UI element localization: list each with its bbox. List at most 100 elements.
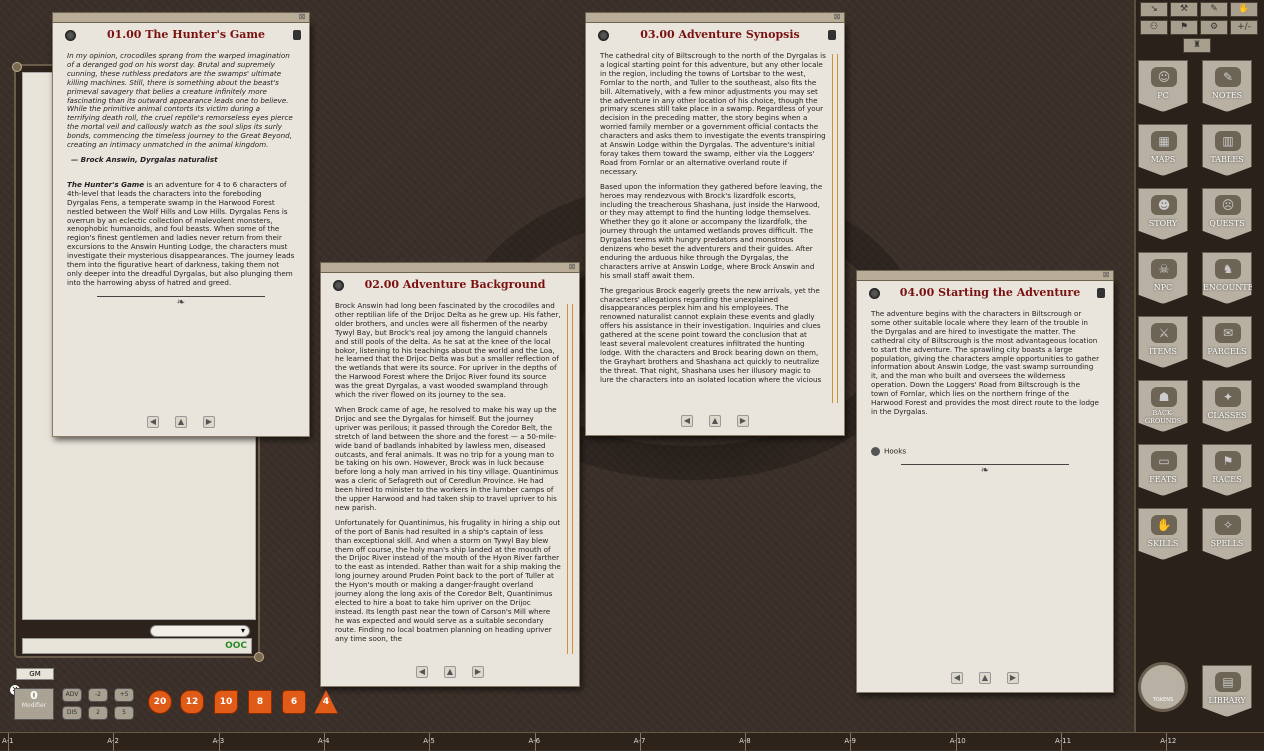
ooc-toggle[interactable]: OOC [225,641,247,651]
grid-label: A-9 [844,737,857,745]
next-page-button[interactable]: ▶ [203,416,215,428]
library-spells-button[interactable]: ✧ SPELLS [1202,508,1252,560]
close-icon[interactable]: ⊠ [297,13,307,22]
quote-text: In my opinion, crocodiles sprang from th… [67,52,293,150]
category-icon: ☹ [1215,195,1241,215]
tool-button[interactable]: ⚇ [1140,20,1168,35]
tool-button[interactable]: ✎ [1200,2,1228,17]
library-items-button[interactable]: ⚔ ITEMS [1138,316,1188,368]
index-button[interactable]: ▲ [444,666,456,678]
category-icon: ☠ [1151,259,1177,279]
library-npc-button[interactable]: ☠ NPC [1138,252,1188,304]
title-bar[interactable]: ⊠ [856,270,1114,281]
ornament-icon: ❧ [980,465,990,477]
story-text: The adventure begins with the characters… [871,310,1099,476]
paragraph: When Brock came of age, he resolved to m… [335,404,559,512]
grid-label: A-8 [739,737,751,745]
modifier-button[interactable]: 2 [88,706,108,720]
d20-die-icon[interactable]: 20 [148,690,172,714]
tool-button[interactable]: ⚙ [1200,20,1228,35]
grid-ruler: A-1 A-2 A-3 A-4 A-5 A-6 A-7 A-8 A-9 A-10 A-11 A-12 [0,732,1264,751]
category-label: CLASSES [1207,411,1247,420]
category-icon: ⚔ [1151,323,1177,343]
link-icon[interactable] [869,288,880,299]
library-notes-button[interactable]: ✎ NOTES [1202,60,1252,112]
tool-button[interactable]: ✋ [1230,2,1258,17]
modifier-button[interactable]: +5 [114,688,134,702]
prev-page-button[interactable]: ◀ [416,666,428,678]
tool-button[interactable]: ⚑ [1170,20,1198,35]
paragraph: The gregarious Brock eagerly greets the … [600,285,822,384]
title-bar[interactable]: ⊠ [585,12,845,23]
index-button[interactable]: ▲ [709,415,721,427]
category-icon: ✦ [1215,387,1241,407]
modifier-box[interactable]: 0 Modifier [14,688,54,720]
link-icon[interactable] [333,280,344,291]
title-bar[interactable]: ⊠ [52,12,310,23]
tool-button[interactable]: ↘ [1140,2,1168,17]
category-icon: ⚑ [1215,451,1241,471]
tokens-button[interactable]: TOKENS [1138,662,1188,712]
window-adventure-synopsis: ⊠ 03.00 Adventure Synopsis The cathedral… [585,12,845,436]
hooks-link[interactable]: Hooks [871,446,1099,456]
library-maps-button[interactable]: ▦ MAPS [1138,124,1188,176]
chat-input[interactable]: OOC [22,638,252,654]
prev-page-button[interactable]: ◀ [147,416,159,428]
category-label: MAPS [1150,155,1176,164]
page-nav: ◀ ▲ ▶ [857,672,1113,684]
grid-label: A-11 [1055,737,1072,745]
modifier-button[interactable]: 5 [114,706,134,720]
library-tables-button[interactable]: ▥ TABLES [1202,124,1252,176]
next-page-button[interactable]: ▶ [737,415,749,427]
category-label: SPELLS [1210,539,1244,548]
grid-label: A-6 [528,737,541,745]
link-icon[interactable] [598,30,609,41]
gm-identity[interactable]: GM [16,668,54,680]
paragraph: The cathedral city of Biltscrough to the… [600,52,826,176]
grid-label: A-3 [212,737,225,745]
lock-icon[interactable] [828,30,836,40]
next-page-button[interactable]: ▶ [472,666,484,678]
index-button[interactable]: ▲ [979,672,991,684]
close-icon[interactable]: ⊠ [567,263,577,272]
close-icon[interactable]: ⊠ [832,13,842,22]
prev-page-button[interactable]: ◀ [681,415,693,427]
grid-label: A-12 [1160,737,1177,745]
link-icon[interactable] [871,446,880,456]
index-button[interactable]: ▲ [175,416,187,428]
modifier-button[interactable]: ADV [62,688,82,702]
d6-die-icon[interactable]: 6 [282,690,306,714]
library-encounters-button[interactable]: ♞ ENCOUNTERS [1202,252,1252,304]
next-page-button[interactable]: ▶ [1007,672,1019,684]
library-races-button[interactable]: ⚑ RACES [1202,444,1252,496]
library-pc-button[interactable]: ☺ PC [1138,60,1188,112]
d10-die-icon[interactable]: 10 [214,690,238,714]
tool-button[interactable]: ⚒ [1170,2,1198,17]
library-button[interactable]: ▤ LIBRARY [1202,665,1252,717]
link-icon[interactable] [65,30,76,41]
library-parcels-button[interactable]: ✉ PARCELS [1202,316,1252,368]
modifier-button[interactable]: DIS [62,706,82,720]
lock-icon[interactable] [293,30,301,40]
chat-pin [12,62,22,72]
library-classes-button[interactable]: ✦ CLASSES [1202,380,1252,432]
chat-speaker-select[interactable]: ▾ [150,625,250,637]
library-story-button[interactable]: ☻ STORY [1138,188,1188,240]
tool-button[interactable]: +/- [1230,20,1258,35]
intro-text: is an adventure for 4 to 6 characters of… [67,179,295,287]
d8-die-icon[interactable]: 8 [248,690,272,714]
d12-die-icon[interactable]: 12 [180,690,204,714]
prev-page-button[interactable]: ◀ [951,672,963,684]
library-skills-button[interactable]: ✋ SKILLS [1138,508,1188,560]
tool-button[interactable]: ♜ [1183,38,1211,53]
library-feats-button[interactable]: ▭ FEATS [1138,444,1188,496]
category-label: ENCOUNTERS [1203,283,1264,292]
close-icon[interactable]: ⊠ [1101,271,1111,280]
library-quests-button[interactable]: ☹ QUESTS [1202,188,1252,240]
modifier-button[interactable]: -2 [88,688,108,702]
title-bar[interactable]: ⊠ [320,262,580,273]
library-backgrounds-button[interactable]: ☗ BACK- GROUNDS [1138,380,1188,432]
lock-icon[interactable] [1097,288,1105,298]
scrollbar[interactable] [567,304,573,654]
scrollbar[interactable] [832,54,838,403]
